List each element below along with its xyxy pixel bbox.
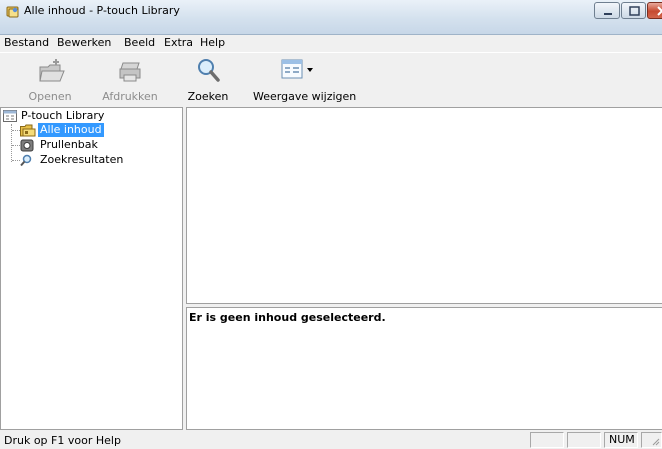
recycle-bin-icon xyxy=(20,139,35,155)
change-view-label: Weergave wijzigen xyxy=(253,90,357,103)
tree-connector xyxy=(12,160,20,161)
menu-bar: Bestand Bewerken Beeld Extra Help xyxy=(0,35,662,51)
tree-root-label: P-touch Library xyxy=(21,109,105,122)
folder-icon xyxy=(20,124,36,140)
printer-icon xyxy=(117,57,145,88)
toolbar: Openen Afdrukken Zoeken Weergave wijzige… xyxy=(0,52,662,106)
menu-bewerken[interactable]: Bewerken xyxy=(57,36,111,49)
menu-help[interactable]: Help xyxy=(200,36,225,49)
view-list-icon xyxy=(281,59,315,86)
tree-connector xyxy=(12,145,20,146)
minimize-icon xyxy=(604,13,612,15)
num-lock-indicator: NUM xyxy=(604,432,638,448)
library-tree-pane[interactable]: P-touch Library Alle inhoud Prullenbak Z… xyxy=(0,107,183,430)
window-title: Alle inhoud - P-touch Library xyxy=(24,4,180,17)
status-bar: Druk op F1 voor Help NUM xyxy=(0,430,662,449)
status-panel-empty xyxy=(567,432,601,448)
open-folder-icon xyxy=(38,57,66,88)
print-button[interactable]: Afdrukken xyxy=(100,53,160,107)
change-view-button[interactable]: Weergave wijzigen xyxy=(253,53,357,107)
tree-connector xyxy=(12,130,20,131)
tree-item-label: Zoekresultaten xyxy=(40,153,124,166)
menu-bestand[interactable]: Bestand xyxy=(4,36,49,49)
search-icon xyxy=(195,57,223,88)
no-selection-message: Er is geen inhoud geselecteerd. xyxy=(189,311,386,324)
library-icon xyxy=(3,110,18,126)
print-label: Afdrukken xyxy=(102,90,158,103)
status-help-text: Druk op F1 voor Help xyxy=(4,434,121,447)
open-button[interactable]: Openen xyxy=(20,53,80,107)
app-window: Alle inhoud - P-touch Library Bestand Be… xyxy=(0,0,662,449)
maximize-icon xyxy=(629,6,640,16)
maximize-button[interactable] xyxy=(621,2,646,19)
preview-pane: Er is geen inhoud geselecteerd. xyxy=(186,307,662,430)
title-bar[interactable]: Alle inhoud - P-touch Library xyxy=(0,0,662,35)
p-touch-app-icon xyxy=(5,4,21,20)
close-button[interactable] xyxy=(647,2,662,19)
tree-item-label: Prullenbak xyxy=(40,138,98,151)
content-list-pane[interactable] xyxy=(186,107,662,304)
resize-grip-icon[interactable] xyxy=(650,436,660,449)
status-panel-empty xyxy=(530,432,564,448)
search-results-icon xyxy=(20,154,35,170)
search-button[interactable]: Zoeken xyxy=(183,53,233,107)
minimize-button[interactable] xyxy=(594,2,620,19)
open-label: Openen xyxy=(28,90,72,103)
tree-item-label: Alle inhoud xyxy=(38,123,104,137)
menu-beeld[interactable]: Beeld xyxy=(124,36,155,49)
search-label: Zoeken xyxy=(187,90,229,103)
menu-extra[interactable]: Extra xyxy=(164,36,193,49)
close-icon xyxy=(657,6,662,16)
